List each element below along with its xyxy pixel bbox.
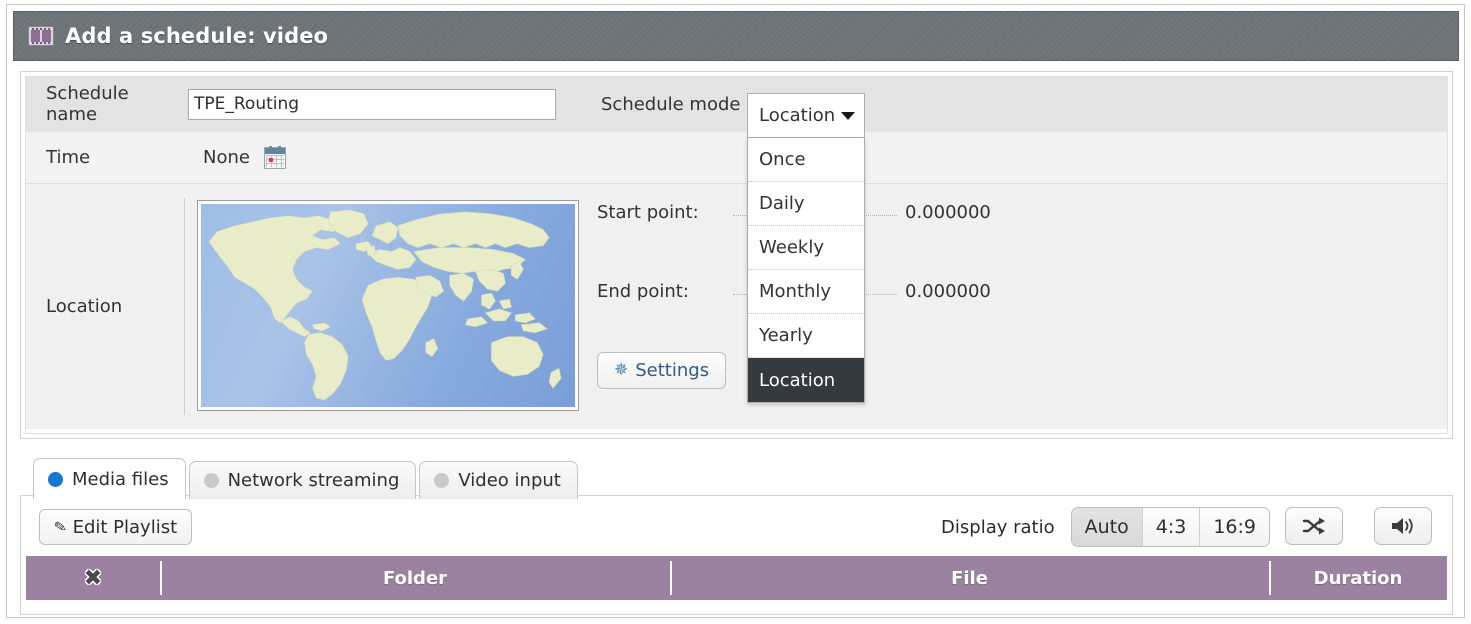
start-point-value: 0.000000 — [905, 202, 991, 223]
volume-button[interactable] — [1374, 507, 1432, 545]
end-point-value: 0.000000 — [905, 281, 991, 302]
radio-on-icon — [48, 472, 63, 487]
dialog-titlebar: Add a schedule: video — [13, 11, 1459, 61]
shuffle-icon — [1302, 517, 1326, 535]
schedule-mode-option-list: Once Daily Weekly Monthly Yearly Locatio… — [747, 138, 865, 403]
playlist-panel: ✎ Edit Playlist Display ratio Auto 4:3 1… — [20, 495, 1453, 615]
time-value: None — [203, 147, 250, 168]
world-map[interactable] — [201, 204, 575, 407]
playlist-toolbar: ✎ Edit Playlist Display ratio Auto 4:3 1… — [25, 500, 1448, 554]
tab-network-streaming[interactable]: Network streaming — [189, 461, 417, 499]
column-header-folder[interactable]: Folder — [160, 556, 670, 600]
schedule-mode-label: Schedule mode — [601, 94, 740, 115]
speaker-icon — [1390, 516, 1416, 536]
world-map-picker[interactable] — [197, 200, 579, 411]
edit-playlist-label: Edit Playlist — [73, 517, 178, 538]
column-header-delete[interactable]: ✖ — [26, 556, 160, 600]
video-filmstrip-icon — [28, 24, 54, 48]
time-label: Time — [26, 147, 184, 168]
schedule-dialog-window: Add a schedule: video Schedule name Sche… — [6, 4, 1465, 618]
schedule-mode-selected-value: Location — [759, 105, 835, 126]
shuffle-button[interactable] — [1285, 507, 1343, 545]
settings-button-label: Settings — [635, 360, 709, 381]
tab-video-input[interactable]: Video input — [419, 461, 577, 499]
tab-video-input-label: Video input — [458, 470, 560, 491]
dialog-title: Add a schedule: video — [65, 24, 328, 48]
location-label: Location — [26, 184, 184, 429]
tab-network-streaming-label: Network streaming — [228, 470, 400, 491]
time-row: Time None — [26, 131, 1447, 183]
schedule-name-row: Schedule name Schedule mode — [26, 77, 1447, 131]
schedule-mode-option-once[interactable]: Once — [748, 138, 864, 182]
display-ratio-4-3[interactable]: 4:3 — [1143, 508, 1201, 546]
edit-playlist-button[interactable]: ✎ Edit Playlist — [39, 509, 192, 545]
schedule-mode-option-yearly[interactable]: Yearly — [748, 314, 864, 358]
column-header-duration[interactable]: Duration — [1269, 556, 1447, 600]
tab-media-files[interactable]: Media files — [33, 458, 186, 499]
display-ratio-segmented-control: Auto 4:3 16:9 — [1071, 507, 1270, 547]
row-divider — [184, 198, 185, 415]
tab-media-files-label: Media files — [72, 469, 169, 490]
radio-off-icon — [204, 473, 219, 488]
schedule-mode-option-location[interactable]: Location — [748, 358, 864, 402]
delete-x-icon[interactable]: ✖ — [84, 566, 102, 591]
pencil-icon: ✎ — [53, 517, 69, 537]
source-tabs: Media files Network streaming Video inpu… — [33, 458, 581, 499]
chevron-down-icon — [841, 112, 855, 120]
schedule-mode-option-monthly[interactable]: Monthly — [748, 270, 864, 314]
display-ratio-label: Display ratio — [941, 517, 1055, 538]
gear-icon: ✵ — [614, 362, 628, 379]
playlist-table-header: ✖ Folder File Duration — [26, 556, 1447, 600]
display-ratio-auto[interactable]: Auto — [1072, 508, 1143, 546]
radio-off-icon — [434, 473, 449, 488]
location-row: Location — [26, 183, 1447, 429]
end-point-label: End point: — [597, 281, 733, 302]
schedule-form-panel: Schedule name Schedule mode Time None — [20, 71, 1453, 439]
schedule-mode-option-weekly[interactable]: Weekly — [748, 226, 864, 270]
schedule-mode-dropdown[interactable]: Location Once Daily Weekly Monthly Yearl… — [747, 93, 865, 403]
schedule-name-label: Schedule name — [26, 83, 184, 125]
start-point-label: Start point: — [597, 202, 733, 223]
display-ratio-16-9[interactable]: 16:9 — [1200, 508, 1269, 546]
display-ratio-group: Display ratio Auto 4:3 16:9 — [941, 507, 1270, 547]
schedule-name-input[interactable] — [188, 89, 556, 120]
location-points: Start point: 0.000000 End point: 0.00000… — [579, 184, 1447, 429]
settings-button[interactable]: ✵ Settings — [597, 352, 726, 389]
calendar-icon[interactable] — [264, 147, 286, 169]
column-header-file[interactable]: File — [670, 556, 1269, 600]
schedule-mode-option-daily[interactable]: Daily — [748, 182, 864, 226]
schedule-mode-dropdown-toggle[interactable]: Location — [747, 93, 865, 138]
